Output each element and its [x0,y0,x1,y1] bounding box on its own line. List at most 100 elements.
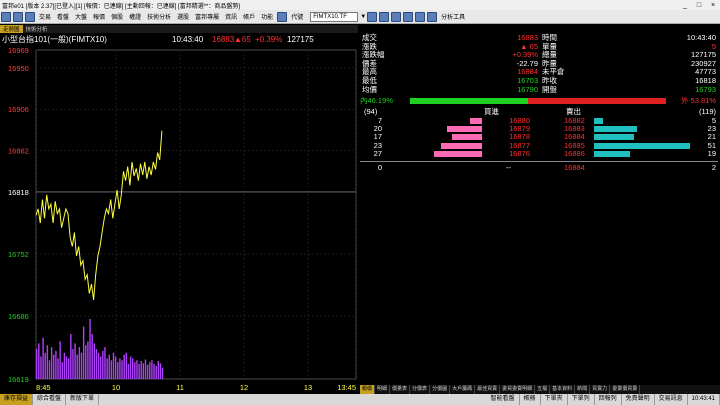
inner-outer-bar [410,98,666,104]
quote-row: (94) 買進 賣出 (119) [360,108,718,116]
quote-value: +0.39% [512,50,538,60]
status-tab-pnl[interactable]: 庫存損益 [0,394,34,405]
layout-icon[interactable] [25,11,35,22]
grid-icon[interactable] [277,11,288,22]
volume-bar [125,352,127,379]
quote-label: 昨收 [542,76,557,85]
lock-icon[interactable] [379,11,390,22]
volume-bar [144,359,147,379]
bottom-tab[interactable]: 價量表 [390,385,411,394]
status-account[interactable]: 帳務 [520,394,541,405]
quote-row: 均價 16790 開盤 16793 [360,84,718,94]
menu-market[interactable]: 大盤 [72,12,90,21]
quote-row: 價差 -22.79 昨量 230927 [360,59,718,68]
cursor-icon[interactable] [415,11,426,22]
quote-value: 16818 [695,76,716,85]
menu-account[interactable]: 帳戶 [240,12,258,21]
x-tick-label: 12 [240,383,248,392]
chevron-down-icon[interactable]: ▼ [360,14,366,20]
window-titlebar: 富邦e01 [版本 2.37][已登入][1] [報價：已連線] [主動回報：已… [0,0,720,10]
chart-change: ▲65 [234,35,251,44]
bottom-tab[interactable]: 最佳買賣 [475,385,501,394]
total-ask-price: 16884 [564,163,585,172]
menu-technical[interactable]: 技術分析 [144,12,174,21]
volume-bar [123,354,125,379]
y-tick-label: 16818 [8,188,29,197]
status-report-bar[interactable]: 回報列 [595,394,622,405]
bottom-tab[interactable]: 五檔 [535,385,551,394]
total-bid-price: -- [506,163,511,172]
symbol-input[interactable]: FIMTX10.TF [310,11,359,22]
maximize-button[interactable]: □ [692,2,706,9]
bid-bar [441,142,482,149]
volume-bar [48,360,51,379]
bottom-tab[interactable]: 委買委賣明細 [500,385,536,394]
status-tab-order[interactable]: 新版下單 [66,394,100,405]
volume-bar [95,349,98,379]
bottom-tab[interactable]: 分價表 [410,385,431,394]
volume-bar [70,334,72,379]
volume-bar [127,364,130,379]
chart-icon[interactable] [367,11,378,22]
volume-bar [140,361,142,379]
ask-bar [594,134,634,141]
volume-bar [82,326,85,379]
outer-ratio-label: 外 53.81% [680,96,716,105]
bottom-tab[interactable]: 買賣力 [590,385,611,394]
volume-bar [114,356,117,379]
volume-bar [72,349,74,379]
analysis-tools-menu[interactable]: 分析工具 [438,12,468,21]
print-icon[interactable] [391,11,402,22]
home-icon[interactable] [1,11,11,22]
chart-pct: +0.39% [255,35,282,44]
menu-trade[interactable]: 交易 [36,12,54,21]
bottom-tab[interactable]: 新聞 [575,385,591,394]
y-tick-label: 16752 [8,250,29,259]
volume-bar [55,350,57,379]
volume-bar [129,356,132,379]
tab-trend[interactable]: 走勢圖 [0,25,23,33]
volume-bar [89,319,91,379]
bottom-tab[interactable]: 基本資料 [550,385,576,394]
status-trade-msg[interactable]: 交易訊息 [655,394,688,405]
close-button[interactable]: × [706,2,720,9]
menu-stock[interactable]: 個股 [108,12,126,21]
inner-ratio-label: 內46.19% [360,96,393,105]
menu-info[interactable]: 資訊 [222,12,240,21]
status-tab-overview[interactable]: 綜合看盤 [33,394,67,405]
bottom-tab[interactable]: 大戶籌碼 [450,385,476,394]
bottom-tab[interactable]: 明細 [375,385,391,394]
tab-technical[interactable]: 技術分析 [23,25,51,33]
quote-value: 16790 [517,84,538,94]
x-tick-label: 8:45 [36,383,51,392]
volume-bar [36,349,38,379]
minimize-button[interactable]: _ [678,2,692,9]
status-order-bar[interactable]: 下單列 [568,394,595,405]
menu-screener[interactable]: 選股 [174,12,192,21]
bottom-tab[interactable]: 報價 [360,385,376,394]
volume-bar [108,354,110,379]
quote-row: 最高 16884 未平倉 47773 [360,68,718,76]
status-smart[interactable]: 智能看盤 [487,394,520,405]
refresh-icon[interactable] [13,11,23,22]
bottom-tab[interactable]: 委賣價買賣 [610,385,641,394]
x-tick-label: 11 [176,383,184,392]
volume-bar [149,362,151,379]
menu-warrant[interactable]: 權證 [126,12,144,21]
menu-watch[interactable]: 看盤 [54,12,72,21]
volume-bar [93,343,95,379]
menu-quote[interactable]: 報價 [90,12,108,21]
status-clock: 10:43:41 [688,394,720,405]
y-tick-label: 16969 [8,46,29,55]
trend-chart[interactable]: 小型台指101(一般)(FIMTX10) 10:43:40 16883 ▲65 +0.3… [0,33,358,394]
bottom-tab[interactable]: 分價圖 [430,385,451,394]
table-icon[interactable] [403,11,414,22]
symbol-prefix: 代號 [291,15,304,21]
status-order-folder[interactable]: 下單夾 [541,394,568,405]
status-disclaimer[interactable]: 免責聲明 [622,394,655,405]
ask-bar [594,150,630,157]
y-tick-label: 16686 [8,312,29,321]
menu-fubon[interactable]: 富邦專屬 [192,12,222,21]
menu-function[interactable]: 功能 [258,12,276,21]
pointer-icon[interactable] [427,11,438,22]
